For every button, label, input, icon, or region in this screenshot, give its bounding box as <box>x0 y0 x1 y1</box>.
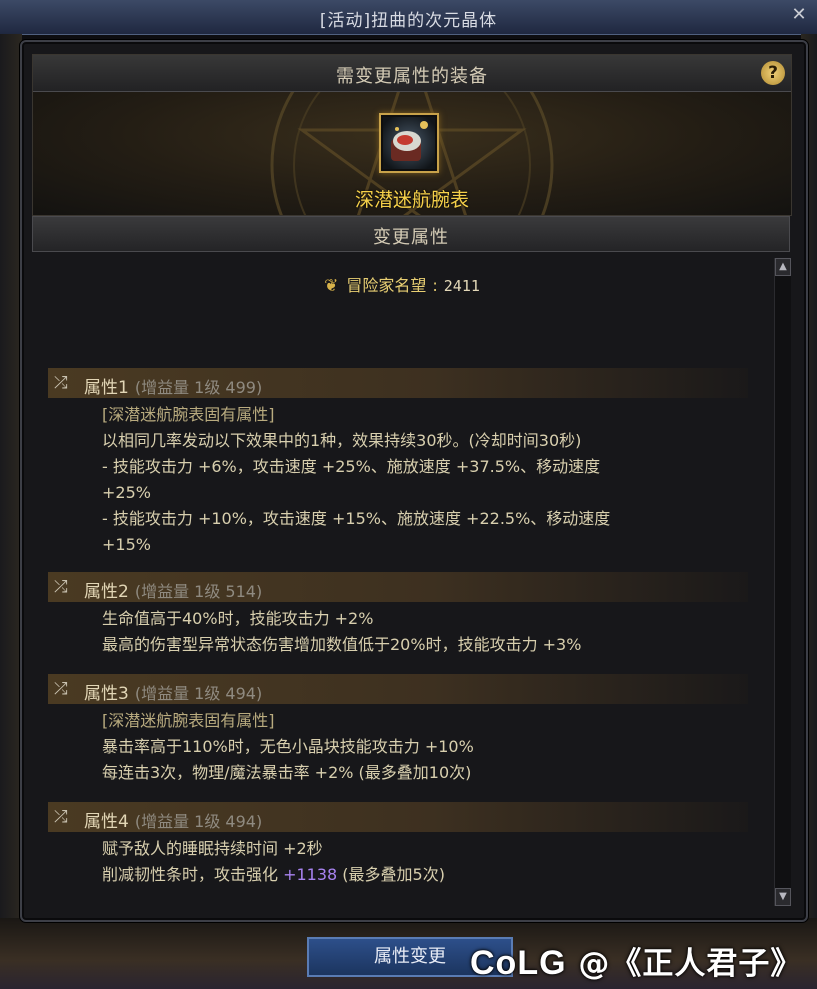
attribute-line: 暴击率高于110%时，无色小晶块技能攻击力 +10% <box>102 737 474 756</box>
help-icon[interactable]: ? <box>761 61 785 85</box>
attribute-label: 属性4 (增益量 1级 494) <box>84 807 262 832</box>
attribute-label: 属性1 (增益量 1级 499) <box>84 373 262 398</box>
attribute-text: 削减韧性条时，攻击强化 <box>102 865 284 884</box>
attribute-line: [深潜迷航腕表固有属性] <box>102 405 275 424</box>
shuffle-icon[interactable]: ⤮ <box>54 807 68 827</box>
attribute-line: 以相同几率发动以下效果中的1种，效果持续30秒。(冷却时间30秒) <box>102 431 582 450</box>
attribute-line: 赋予敌人的睡眠持续时间 +2秒 <box>102 839 323 858</box>
attribute-name: 属性3 <box>84 684 129 704</box>
close-icon[interactable]: ✕ <box>789 5 809 25</box>
equipment-header: 需变更属性的装备 ? <box>33 55 791 92</box>
change-attribute-header: 变更属性 <box>32 216 790 252</box>
attribute-block: ⤮ 属性1 (增益量 1级 499) [深潜迷航腕表固有属性] 以相同几率发动以下… <box>48 368 748 558</box>
shuffle-icon[interactable]: ⤮ <box>54 679 68 699</box>
attribute-line: 削减韧性条时，攻击强化 +1138 (最多叠加5次) <box>102 862 748 888</box>
equipment-section-title: 需变更属性的装备 <box>336 66 488 87</box>
attribute-line: - 技能攻击力 +6%，攻击速度 +25%、施放速度 +37.5%、移动速度 <box>102 457 601 476</box>
attribute-label: 属性2 (增益量 1级 514) <box>84 577 262 602</box>
attribute-block: ⤮ 属性3 (增益量 1级 494) [深潜迷航腕表固有属性] 暴击率高于110%… <box>48 674 748 786</box>
attribute-buff-level: (增益量 1级 494) <box>134 684 263 703</box>
attribute-name: 属性1 <box>84 378 129 398</box>
attribute-line: 最高的伤害型异常状态伤害增加数值低于20%时，技能攻击力 +3% <box>102 635 582 654</box>
attribute-bar: ⤮ 属性2 (增益量 1级 514) <box>48 572 748 602</box>
background-left <box>0 34 22 989</box>
attribute-line: 生命值高于40%时，技能攻击力 +2% <box>102 609 374 628</box>
shuffle-icon[interactable]: ⤮ <box>54 577 68 597</box>
scroll-up-icon[interactable]: ▲ <box>775 258 791 276</box>
attribute-bar: ⤮ 属性1 (增益量 1级 499) <box>48 368 748 398</box>
attribute-bar: ⤮ 属性4 (增益量 1级 494) <box>48 802 748 832</box>
fame-icon: ❦ <box>324 276 339 296</box>
attribute-line: - 技能攻击力 +10%，攻击速度 +15%、施放速度 +22.5%、移动速度 <box>102 509 611 528</box>
attribute-block: ⤮ 属性2 (增益量 1级 514) 生命值高于40%时，技能攻击力 +2% 最高… <box>48 572 748 658</box>
adventurer-fame: ❦ 冒险家名望:2411 <box>32 272 772 296</box>
equipment-name: 深潜迷航腕表 <box>354 189 469 211</box>
attribute-name: 属性2 <box>84 582 129 602</box>
fame-label: 冒险家名望 <box>346 276 427 295</box>
attribute-line: +25% <box>102 483 151 502</box>
attribute-line: 每连击3次，物理/魔法暴击率 +2% (最多叠加10次) <box>102 763 472 782</box>
dialog-frame: 需变更属性的装备 ? 深潜迷航腕表 变更属性 ❦ 冒险家名望: 2411 ⤮ … <box>20 40 808 922</box>
shuffle-icon[interactable]: ⤮ <box>54 373 68 393</box>
scrollbar[interactable]: ▲ ▼ <box>774 258 791 906</box>
equipment-panel: 需变更属性的装备 ? 深潜迷航腕表 <box>32 54 792 216</box>
watermark: CoLG @《正人君子》 <box>470 938 802 982</box>
attribute-block: ⤮ 属性4 (增益量 1级 494) 赋予敌人的睡眠持续时间 +2秒 削减韧性条时… <box>48 802 748 888</box>
window-title: [活动]扭曲的次元晶体 <box>319 11 498 31</box>
attribute-buff-level: (增益量 1级 494) <box>134 812 263 831</box>
scroll-down-icon[interactable]: ▼ <box>775 888 791 906</box>
fame-separator: : <box>432 276 438 295</box>
attribute-line: [深潜迷航腕表固有属性] <box>102 711 275 730</box>
highlight-value: +1138 <box>283 865 338 884</box>
watermark-logo: CoLG <box>470 944 567 982</box>
attribute-content: ❦ 冒险家名望:2411 ⤮ 属性1 (增益量 1级 499) [深潜迷航腕表固有属… <box>32 254 772 902</box>
attribute-label: 属性3 (增益量 1级 494) <box>84 679 262 704</box>
attribute-buff-level: (增益量 1级 499) <box>134 378 263 397</box>
attribute-name: 属性4 <box>84 812 129 832</box>
attribute-text: (最多叠加5次) <box>337 865 445 884</box>
attribute-buff-level: (增益量 1级 514) <box>134 582 263 601</box>
attribute-bar: ⤮ 属性3 (增益量 1级 494) <box>48 674 748 704</box>
fame-value: 2411 <box>443 277 480 295</box>
window-titlebar: [活动]扭曲的次元晶体 ✕ <box>0 0 817 35</box>
attribute-line: +15% <box>102 535 151 554</box>
change-attribute-title: 变更属性 <box>373 227 449 248</box>
watermark-text: @《正人君子》 <box>578 946 803 982</box>
equipment-slot[interactable] <box>379 113 439 173</box>
watch-item-icon <box>383 117 435 169</box>
